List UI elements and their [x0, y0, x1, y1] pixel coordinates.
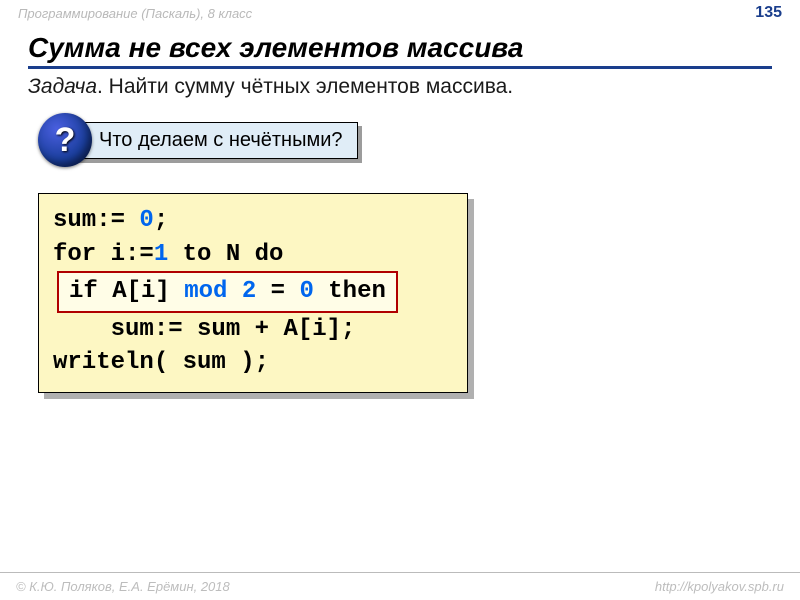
code-line-4: sum:= sum + A[i];	[53, 316, 355, 343]
task-text: . Найти сумму чётных элементов массива.	[97, 75, 513, 98]
footer-url: http://kpolyakov.spb.ru	[655, 579, 784, 594]
slide-footer: © К.Ю. Поляков, Е.А. Ерёмин, 2018 http:/…	[0, 572, 800, 600]
question-text-box: Что делаем с нечётными?	[66, 122, 358, 159]
course-label: Программирование (Паскаль), 8 класс	[18, 6, 252, 21]
question-text: Что делаем с нечётными?	[66, 122, 358, 159]
code-line-1: sum:= 0;	[53, 207, 168, 234]
page-number: 135	[755, 4, 782, 22]
code-content: sum:= 0; for i:=1 to N do if A[i] mod 2 …	[38, 193, 468, 393]
code-line-5: writeln( sum );	[53, 349, 269, 376]
slide-title: Сумма не всех элементов массива	[28, 32, 772, 69]
code-condition-highlight: if A[i] mod 2 = 0 then	[57, 271, 398, 313]
question-callout: ? Что делаем с нечётными?	[38, 113, 800, 167]
task-label: Задача	[28, 75, 97, 98]
task-line: Задача. Найти сумму чётных элементов мас…	[28, 75, 772, 99]
code-line-2: for i:=1 to N do	[53, 241, 283, 268]
question-mark: ?	[55, 121, 76, 160]
slide-header: Программирование (Паскаль), 8 класс 135	[0, 0, 800, 26]
question-badge-icon: ?	[38, 113, 92, 167]
footer-copyright: © К.Ю. Поляков, Е.А. Ерёмин, 2018	[16, 579, 230, 594]
code-block: sum:= 0; for i:=1 to N do if A[i] mod 2 …	[38, 193, 468, 393]
